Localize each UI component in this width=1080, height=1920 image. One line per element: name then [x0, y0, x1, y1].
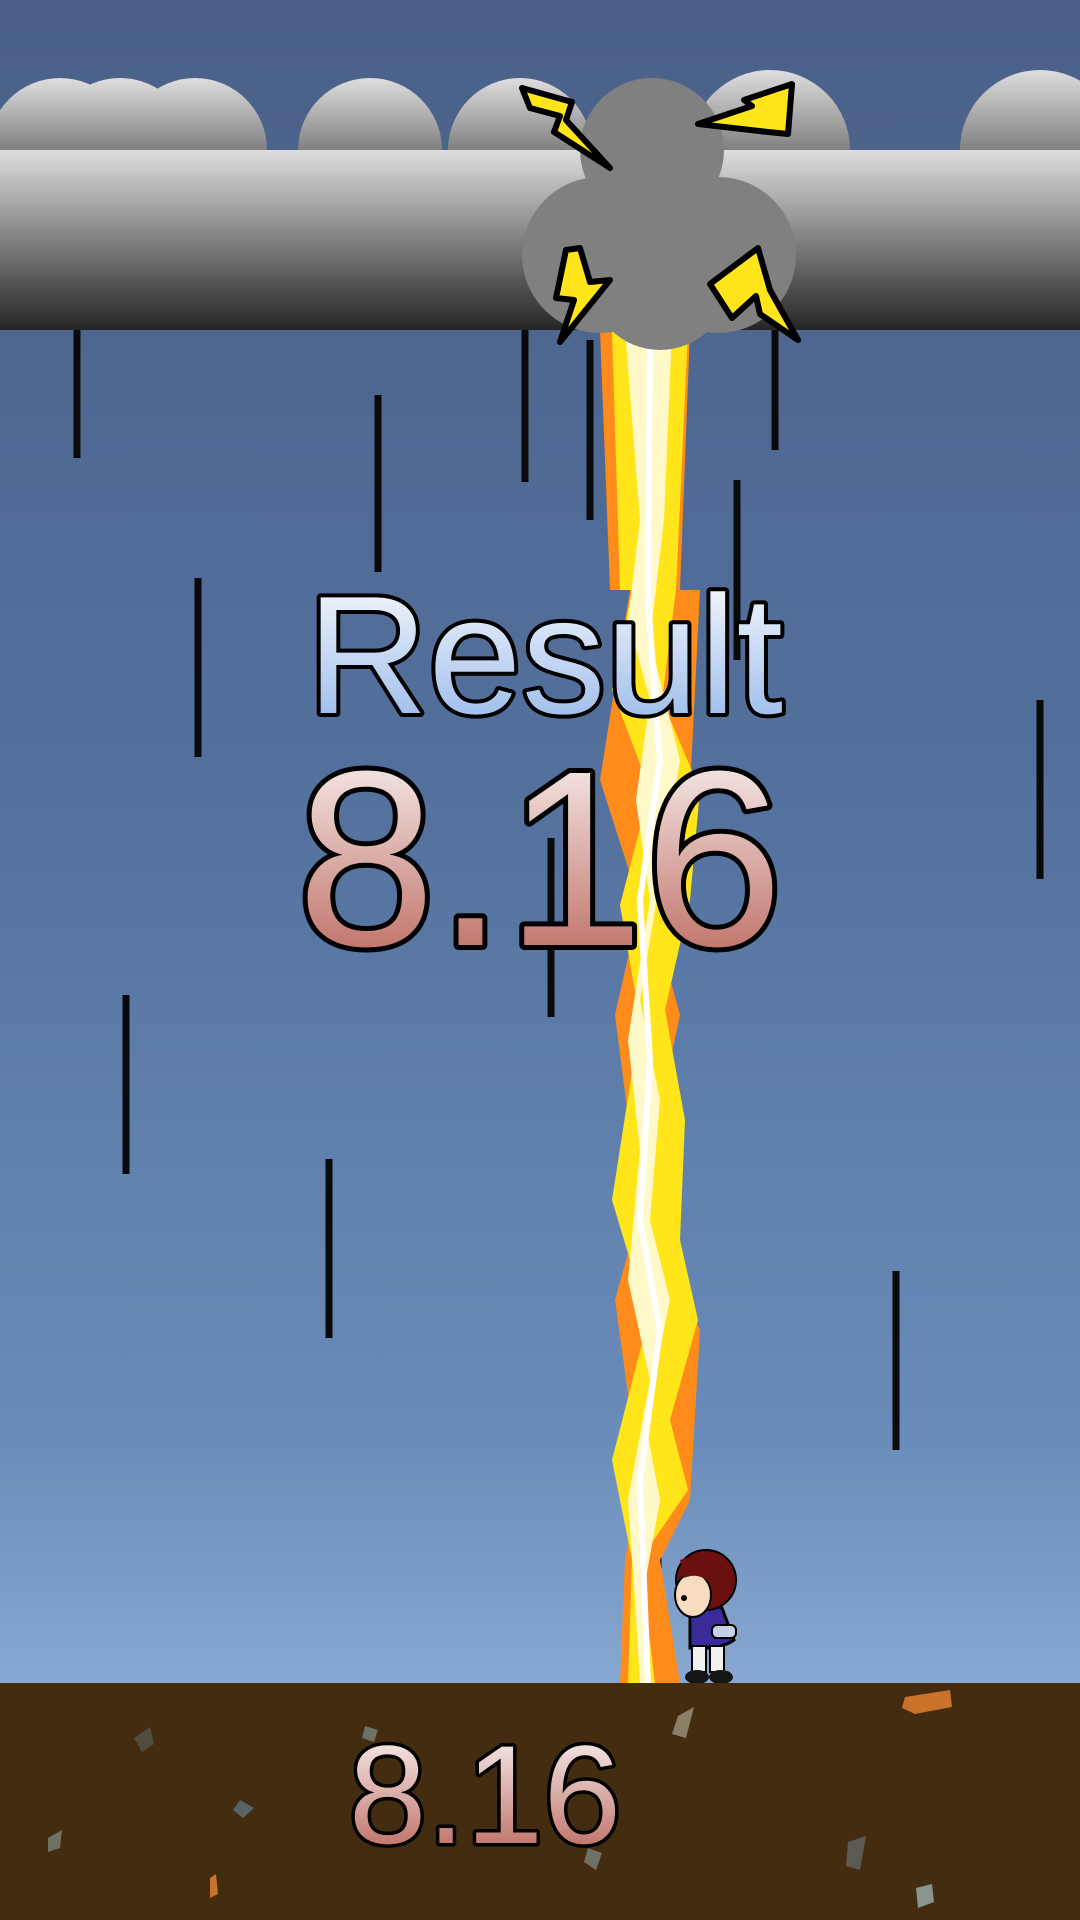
ground-score-value: 8.16 [349, 1716, 621, 1873]
ground-score: 8.16 [345, 1713, 624, 1877]
ground-debris [48, 1690, 952, 1908]
game-stage: Result 8.16 8.16 [0, 0, 1080, 1920]
